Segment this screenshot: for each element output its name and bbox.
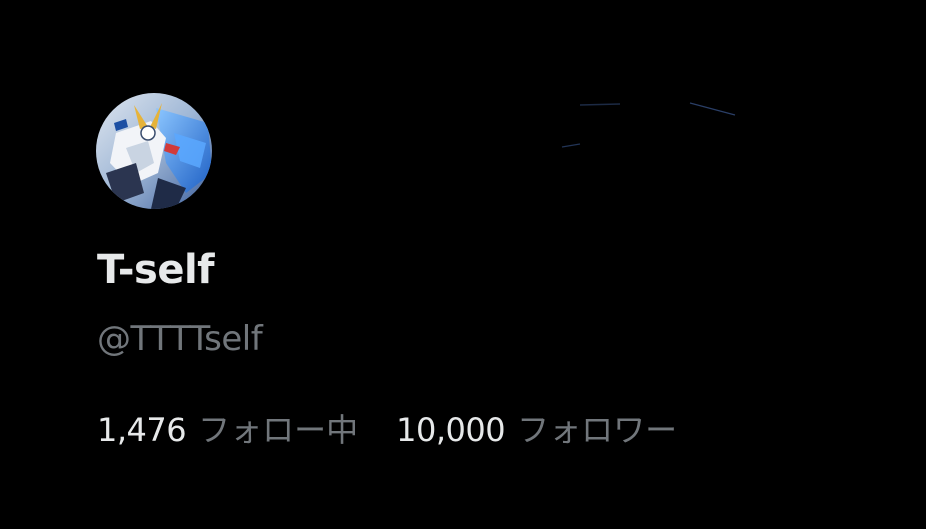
display-name[interactable]: T-self [97,244,215,296]
following-label: フォロー中 [198,411,359,449]
avatar[interactable] [96,93,212,209]
robot-mecha-avatar-icon [96,93,212,209]
follow-stats: 1,476 フォロー中 10,000 フォロワー [97,404,677,452]
following-link[interactable]: 1,476 フォロー中 [97,405,358,451]
followers-count: 10,000 [396,411,506,449]
background-glint-decoration [550,95,750,155]
user-handle: @TTTTself [97,319,263,359]
following-count: 1,476 [97,411,187,449]
profile-card: T-self @TTTTself 1,476 フォロー中 10,000 フォロワ… [0,0,926,529]
followers-label: フォロワー [517,411,678,449]
followers-link[interactable]: 10,000 フォロワー [396,405,677,451]
